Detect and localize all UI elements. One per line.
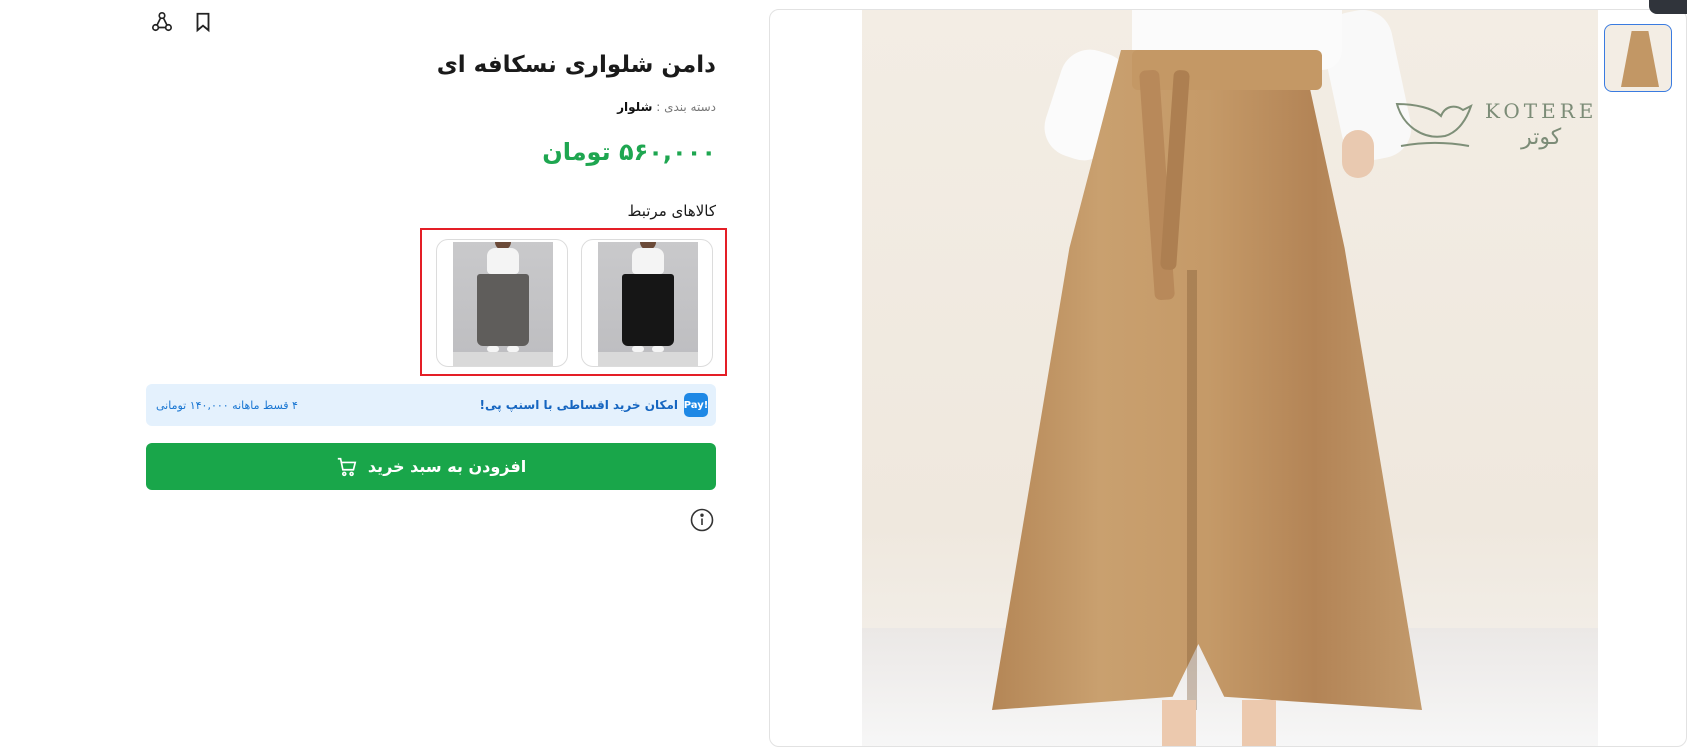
related-product-card-black[interactable] bbox=[581, 239, 713, 367]
related-product-card-gray[interactable] bbox=[436, 239, 568, 367]
category-value[interactable]: شلوار bbox=[617, 100, 652, 114]
cart-icon bbox=[337, 457, 357, 476]
gallery-thumbnail[interactable] bbox=[1604, 24, 1672, 92]
snapp-pay-message: امکان خرید اقساطی با اسنپ پی! bbox=[479, 398, 679, 412]
main-product-image[interactable]: KOTERE کوتر bbox=[862, 10, 1598, 746]
product-gallery: KOTERE کوتر bbox=[769, 9, 1687, 747]
gray-pants-thumbnail bbox=[453, 242, 553, 366]
info-icon[interactable] bbox=[690, 508, 714, 532]
snapp-pay-banner[interactable]: Pay! امکان خرید اقساطی با اسنپ پی! ۴ قسط… bbox=[146, 384, 716, 426]
product-actions bbox=[150, 10, 215, 34]
related-products-title: کالاهای مرتبط bbox=[627, 202, 716, 220]
add-to-cart-button[interactable]: افزودن به سبد خرید bbox=[146, 443, 716, 490]
snapp-pay-logo: Pay! bbox=[684, 393, 708, 417]
bird-logo-icon bbox=[1395, 102, 1473, 147]
related-products-list bbox=[420, 228, 727, 376]
corner-tab bbox=[1649, 0, 1687, 14]
add-to-cart-label: افزودن به سبد خرید bbox=[367, 457, 527, 476]
brand-persian: کوتر bbox=[1521, 124, 1562, 150]
bookmark-icon[interactable] bbox=[191, 10, 215, 34]
category-label: دسته بندی : bbox=[656, 100, 716, 114]
product-price: ۵۶۰,۰۰۰ تومان bbox=[542, 138, 716, 166]
snapp-pay-info: Pay! امکان خرید اقساطی با اسنپ پی! bbox=[479, 393, 708, 417]
product-category: دسته بندی : شلوار bbox=[617, 100, 716, 114]
brand-watermark: KOTERE کوتر bbox=[1393, 96, 1597, 152]
share-icon[interactable] bbox=[150, 10, 174, 34]
snapp-pay-installment: ۴ قسط ماهانه ۱۴۰,۰۰۰ تومانی bbox=[156, 398, 298, 412]
product-title: دامن شلواری نسکافه ای bbox=[436, 52, 716, 78]
brand-latin: KOTERE bbox=[1485, 98, 1598, 123]
black-pants-thumbnail bbox=[598, 242, 698, 366]
